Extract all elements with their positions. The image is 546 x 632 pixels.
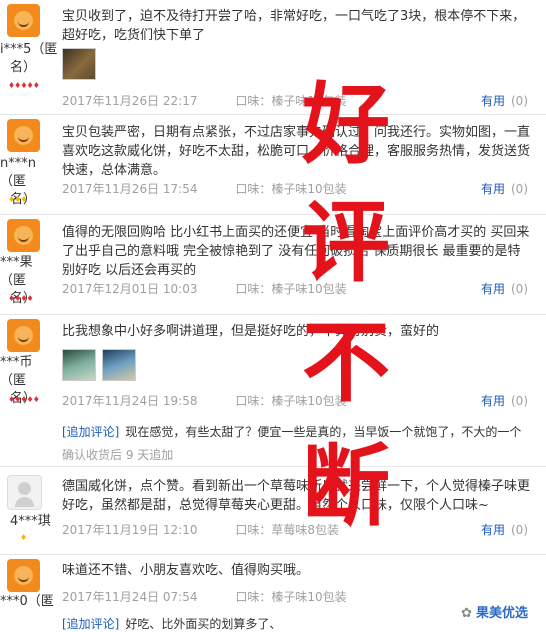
review-date: 2017年11月24日 19:58 — [62, 394, 198, 408]
user-avatar[interactable] — [7, 4, 40, 37]
review-item: ***币（匿 名） ♦♦♦♦♦ 比我想象中小好多啊讲道理，但是挺好吃的，不算特别… — [0, 315, 546, 467]
append-text: 好吃、比外面买的划算多了、 — [125, 617, 282, 631]
review-date: 2017年11月26日 17:54 — [62, 182, 198, 196]
user-avatar[interactable] — [7, 559, 40, 592]
review-date: 2017年12月01日 10:03 — [62, 282, 198, 296]
review-photo[interactable] — [62, 48, 96, 80]
watermark: ✿ 果美优选 — [461, 606, 528, 621]
review-text: 味道还不错、小朋友喜欢吃、值得购买哦。 — [62, 563, 310, 578]
overlay-headline-char: 好 — [302, 72, 391, 176]
useful-button[interactable]: 有用 (0) — [481, 180, 528, 197]
user-avatar[interactable] — [7, 119, 40, 152]
review-item: 4***琪 ♦ 德国威化饼，点个赞。看到新出一个草莓味所以就来尝鲜一下，个人觉得… — [0, 467, 546, 555]
user-avatar[interactable] — [7, 319, 40, 352]
overlay-headline-char: 断 — [302, 434, 391, 538]
review-text: 比我想象中小好多啊讲道理，但是挺好吃的，不算特别贵，蛮好的 — [62, 324, 440, 339]
review-item: n***n（匿 名） ♦♦♦ 宝贝包装严密，日期有点紧张，不过店家事先确认过，问… — [0, 115, 546, 215]
append-review: [追加评论] 现在感觉，有些太甜了？便宜一些是真的，当早饭一个就饱了，不大的一个 — [62, 423, 521, 440]
review-date: 2017年11月19日 12:10 — [62, 523, 198, 537]
wechat-icon: ✿ — [461, 606, 472, 621]
useful-button[interactable]: 有用 (0) — [481, 521, 528, 538]
review-item: i***5（匿 名） ♦♦♦♦♦ 宝贝收到了，迫不及待打开尝了哈，非常好吃，一口… — [0, 0, 546, 115]
overlay-headline-char: 评 — [302, 190, 391, 294]
review-text: 德国威化饼，点个赞。看到新出一个草莓味所以就来尝鲜一下，个人觉得榛子味更好吃，虽… — [62, 479, 531, 513]
credit-medals: ♦♦♦♦♦ — [8, 81, 40, 90]
username: 4***琪 — [10, 514, 51, 529]
user-avatar[interactable] — [7, 219, 40, 252]
review-text: 宝贝收到了，迫不及待打开尝了哈，非常好吃，一口气吃了3块，根本停不下来，超好吃，… — [62, 9, 526, 43]
review-photo[interactable] — [62, 349, 96, 381]
review-flavor: 口味：榛子味10包装 — [235, 590, 347, 604]
overlay-headline-char: 不 — [302, 310, 391, 414]
credit-medals: ♦♦♦♦♦ — [8, 395, 40, 404]
review-date: 2017年11月24日 07:54 — [62, 590, 198, 604]
append-label: [追加评论] — [62, 617, 120, 631]
review-text: 宝贝包装严密，日期有点紧张，不过店家事先确认过，问我还行。实物如图，一直喜欢吃这… — [62, 125, 531, 178]
username: ***0（匿 — [0, 594, 54, 609]
review-photo[interactable] — [102, 349, 136, 381]
append-note: 确认收货后 9 天追加 — [62, 448, 174, 462]
append-label: [追加评论] — [62, 425, 120, 439]
review-item: ***果（匿 名） ♦♦♦♦ 值得的无限回购哈 比小红书上面买的还便宜 当时看淘… — [0, 215, 546, 315]
credit-medals: ♦ — [20, 533, 27, 542]
useful-button[interactable]: 有用 (0) — [481, 392, 528, 409]
credit-medals: ♦♦♦♦ — [8, 294, 34, 303]
credit-medals: ♦♦♦ — [8, 195, 27, 204]
review-text: 值得的无限回购哈 比小红书上面买的还便宜 当时看淘宝上面评价高才买的 买回来了出… — [62, 225, 530, 278]
username: i***5（匿 名） — [0, 42, 58, 75]
user-avatar[interactable] — [7, 475, 42, 510]
useful-button[interactable]: 有用 (0) — [481, 280, 528, 297]
append-review: [追加评论] 好吃、比外面买的划算多了、 — [62, 615, 281, 632]
review-date: 2017年11月26日 22:17 — [62, 94, 198, 108]
review-meta: 2017年11月24日 07:54 口味：榛子味10包装 — [62, 588, 357, 605]
useful-button[interactable]: 有用 (0) — [481, 92, 528, 109]
